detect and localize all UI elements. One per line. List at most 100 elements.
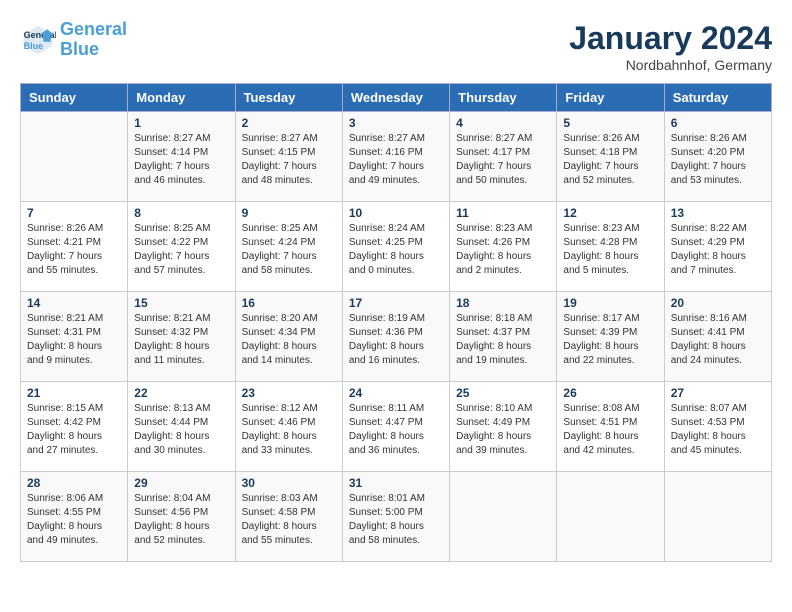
day-number: 22 bbox=[134, 386, 228, 400]
calendar-cell: 10 Sunrise: 8:24 AMSunset: 4:25 PMDayligh… bbox=[342, 202, 449, 292]
day-number: 7 bbox=[27, 206, 121, 220]
logo-icon: General Blue bbox=[20, 22, 56, 58]
title-block: January 2024 Nordbahnhof, Germany bbox=[569, 20, 772, 73]
day-number: 1 bbox=[134, 116, 228, 130]
day-number: 12 bbox=[563, 206, 657, 220]
day-number: 26 bbox=[563, 386, 657, 400]
calendar-cell bbox=[450, 472, 557, 562]
day-number: 9 bbox=[242, 206, 336, 220]
day-info: Sunrise: 8:26 AMSunset: 4:18 PMDaylight:… bbox=[563, 132, 657, 188]
day-info: Sunrise: 8:04 AMSunset: 4:56 PMDaylight:… bbox=[134, 492, 228, 548]
calendar-cell: 23Sunrise: 8:12 AMSunset: 4:46 PMDayligh… bbox=[235, 382, 342, 472]
day-header-monday: Monday bbox=[128, 84, 235, 112]
day-number: 21 bbox=[27, 386, 121, 400]
day-number: 29 bbox=[134, 476, 228, 490]
day-header-thursday: Thursday bbox=[450, 84, 557, 112]
svg-text:Blue: Blue bbox=[24, 41, 44, 51]
day-number: 17 bbox=[349, 296, 443, 310]
calendar-cell: 31Sunrise: 8:01 AMSunset: 5:00 PMDayligh… bbox=[342, 472, 449, 562]
calendar-cell: 26 Sunrise: 8:08 AMSunset: 4:51 PMDayligh… bbox=[557, 382, 664, 472]
day-info: Sunrise: 8:17 AMSunset: 4:39 PMDaylight:… bbox=[563, 312, 657, 368]
calendar-cell: 28 Sunrise: 8:06 AMSunset: 4:55 PMDayligh… bbox=[21, 472, 128, 562]
day-info: Sunrise: 8:23 AMSunset: 4:26 PMDaylight:… bbox=[456, 222, 550, 278]
day-number: 15 bbox=[134, 296, 228, 310]
calendar-cell: 1 Sunrise: 8:27 AMSunset: 4:14 PMDaylight… bbox=[128, 112, 235, 202]
day-number: 28 bbox=[27, 476, 121, 490]
day-info: Sunrise: 8:21 AMSunset: 4:32 PMDaylight:… bbox=[134, 312, 228, 368]
calendar-cell: 17 Sunrise: 8:19 AMSunset: 4:36 PMDayligh… bbox=[342, 292, 449, 382]
day-info: Sunrise: 8:18 AMSunset: 4:37 PMDaylight:… bbox=[456, 312, 550, 368]
calendar-table: SundayMondayTuesdayWednesdayThursdayFrid… bbox=[20, 83, 772, 562]
calendar-cell: 27Sunrise: 8:07 AMSunset: 4:53 PMDayligh… bbox=[664, 382, 771, 472]
day-info: Sunrise: 8:12 AMSunset: 4:46 PMDaylight:… bbox=[242, 402, 336, 458]
calendar-cell: 13Sunrise: 8:22 AMSunset: 4:29 PMDayligh… bbox=[664, 202, 771, 292]
day-number: 6 bbox=[671, 116, 765, 130]
calendar-cell: 2Sunrise: 8:27 AMSunset: 4:15 PMDaylight… bbox=[235, 112, 342, 202]
calendar-cell: 25 Sunrise: 8:10 AMSunset: 4:49 PMDayligh… bbox=[450, 382, 557, 472]
calendar-cell: 29 Sunrise: 8:04 AMSunset: 4:56 PMDayligh… bbox=[128, 472, 235, 562]
calendar-cell: 16 Sunrise: 8:20 AMSunset: 4:34 PMDayligh… bbox=[235, 292, 342, 382]
calendar-week-5: 28 Sunrise: 8:06 AMSunset: 4:55 PMDayligh… bbox=[21, 472, 772, 562]
day-number: 2 bbox=[242, 116, 336, 130]
day-info: Sunrise: 8:23 AMSunset: 4:28 PMDaylight:… bbox=[563, 222, 657, 278]
day-header-wednesday: Wednesday bbox=[342, 84, 449, 112]
day-info: Sunrise: 8:03 AMSunset: 4:58 PMDaylight:… bbox=[242, 492, 336, 548]
day-info: Sunrise: 8:26 AMSunset: 4:20 PMDaylight:… bbox=[671, 132, 765, 188]
day-number: 25 bbox=[456, 386, 550, 400]
calendar-cell: 7 Sunrise: 8:26 AMSunset: 4:21 PMDaylight… bbox=[21, 202, 128, 292]
location: Nordbahnhof, Germany bbox=[569, 57, 772, 73]
day-info: Sunrise: 8:19 AMSunset: 4:36 PMDaylight:… bbox=[349, 312, 443, 368]
calendar-cell: 24 Sunrise: 8:11 AMSunset: 4:47 PMDayligh… bbox=[342, 382, 449, 472]
day-number: 27 bbox=[671, 386, 765, 400]
day-number: 11 bbox=[456, 206, 550, 220]
day-info: Sunrise: 8:25 AMSunset: 4:24 PMDaylight:… bbox=[242, 222, 336, 278]
day-info: Sunrise: 8:10 AMSunset: 4:49 PMDaylight:… bbox=[456, 402, 550, 458]
day-header-tuesday: Tuesday bbox=[235, 84, 342, 112]
day-number: 24 bbox=[349, 386, 443, 400]
day-number: 20 bbox=[671, 296, 765, 310]
month-title: January 2024 bbox=[569, 20, 772, 57]
calendar-cell bbox=[21, 112, 128, 202]
day-info: Sunrise: 8:27 AMSunset: 4:17 PMDaylight:… bbox=[456, 132, 550, 188]
day-number: 16 bbox=[242, 296, 336, 310]
day-number: 19 bbox=[563, 296, 657, 310]
day-info: Sunrise: 8:06 AMSunset: 4:55 PMDaylight:… bbox=[27, 492, 121, 548]
logo-text: GeneralBlue bbox=[60, 20, 127, 60]
day-header-saturday: Saturday bbox=[664, 84, 771, 112]
calendar-cell: 9 Sunrise: 8:25 AMSunset: 4:24 PMDaylight… bbox=[235, 202, 342, 292]
day-info: Sunrise: 8:11 AMSunset: 4:47 PMDaylight:… bbox=[349, 402, 443, 458]
calendar-cell: 6 Sunrise: 8:26 AMSunset: 4:20 PMDaylight… bbox=[664, 112, 771, 202]
day-info: Sunrise: 8:01 AMSunset: 5:00 PMDaylight:… bbox=[349, 492, 443, 548]
day-info: Sunrise: 8:27 AMSunset: 4:14 PMDaylight:… bbox=[134, 132, 228, 188]
day-number: 5 bbox=[563, 116, 657, 130]
calendar-cell: 19 Sunrise: 8:17 AMSunset: 4:39 PMDayligh… bbox=[557, 292, 664, 382]
day-info: Sunrise: 8:13 AMSunset: 4:44 PMDaylight:… bbox=[134, 402, 228, 458]
page-header: General Blue GeneralBlue January 2024 No… bbox=[20, 20, 772, 73]
calendar-cell: 12 Sunrise: 8:23 AMSunset: 4:28 PMDayligh… bbox=[557, 202, 664, 292]
calendar-cell bbox=[557, 472, 664, 562]
day-header-friday: Friday bbox=[557, 84, 664, 112]
day-info: Sunrise: 8:20 AMSunset: 4:34 PMDaylight:… bbox=[242, 312, 336, 368]
day-number: 18 bbox=[456, 296, 550, 310]
day-info: Sunrise: 8:21 AMSunset: 4:31 PMDaylight:… bbox=[27, 312, 121, 368]
calendar-cell: 20Sunrise: 8:16 AMSunset: 4:41 PMDayligh… bbox=[664, 292, 771, 382]
day-number: 10 bbox=[349, 206, 443, 220]
logo: General Blue GeneralBlue bbox=[20, 20, 127, 60]
day-info: Sunrise: 8:24 AMSunset: 4:25 PMDaylight:… bbox=[349, 222, 443, 278]
calendar-cell: 21 Sunrise: 8:15 AMSunset: 4:42 PMDayligh… bbox=[21, 382, 128, 472]
day-info: Sunrise: 8:22 AMSunset: 4:29 PMDaylight:… bbox=[671, 222, 765, 278]
calendar-cell: 4Sunrise: 8:27 AMSunset: 4:17 PMDaylight… bbox=[450, 112, 557, 202]
svg-text:General: General bbox=[24, 30, 56, 40]
day-info: Sunrise: 8:08 AMSunset: 4:51 PMDaylight:… bbox=[563, 402, 657, 458]
calendar-cell: 15 Sunrise: 8:21 AMSunset: 4:32 PMDayligh… bbox=[128, 292, 235, 382]
day-number: 14 bbox=[27, 296, 121, 310]
calendar-cell bbox=[664, 472, 771, 562]
calendar-header-row: SundayMondayTuesdayWednesdayThursdayFrid… bbox=[21, 84, 772, 112]
day-info: Sunrise: 8:26 AMSunset: 4:21 PMDaylight:… bbox=[27, 222, 121, 278]
calendar-cell: 22 Sunrise: 8:13 AMSunset: 4:44 PMDayligh… bbox=[128, 382, 235, 472]
day-info: Sunrise: 8:25 AMSunset: 4:22 PMDaylight:… bbox=[134, 222, 228, 278]
calendar-cell: 3Sunrise: 8:27 AMSunset: 4:16 PMDaylight… bbox=[342, 112, 449, 202]
calendar-week-4: 21 Sunrise: 8:15 AMSunset: 4:42 PMDayligh… bbox=[21, 382, 772, 472]
day-number: 30 bbox=[242, 476, 336, 490]
day-info: Sunrise: 8:15 AMSunset: 4:42 PMDaylight:… bbox=[27, 402, 121, 458]
